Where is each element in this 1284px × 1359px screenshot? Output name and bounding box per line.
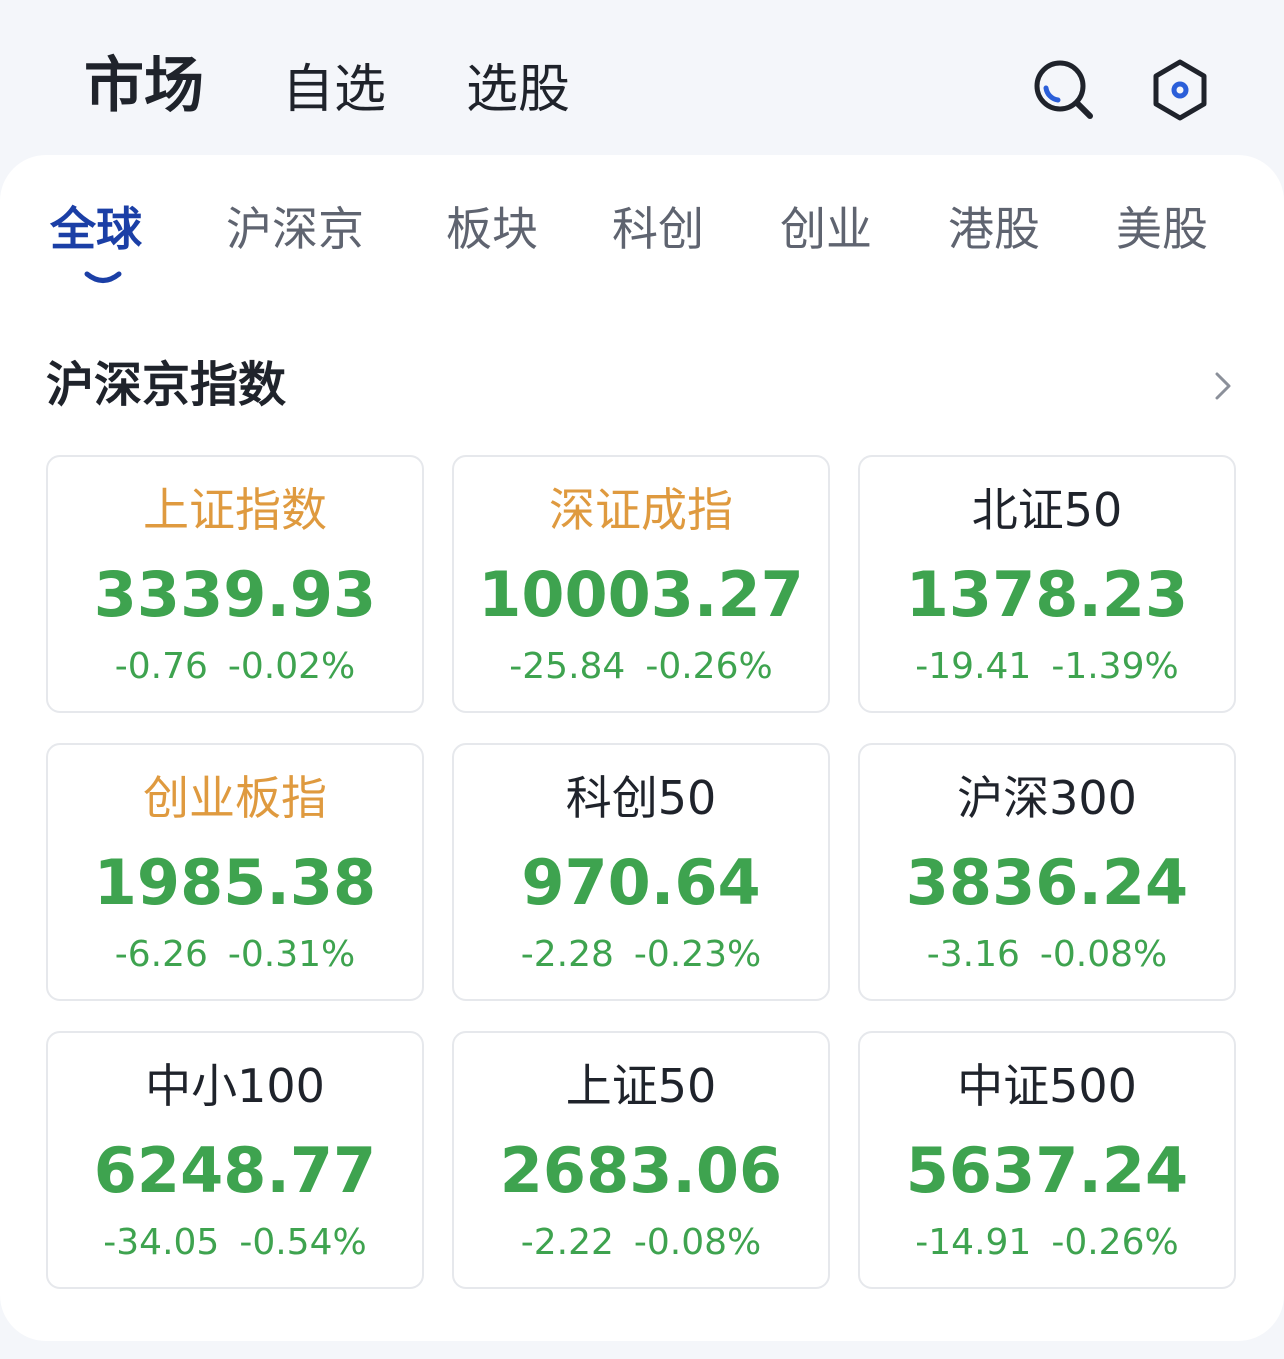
index-card-bse-50[interactable]: 北证50 1378.23 -19.41 -1.39% xyxy=(858,455,1236,713)
index-change: -14.91 -0.26% xyxy=(860,1221,1234,1265)
index-value: 2683.06 xyxy=(499,1134,783,1207)
index-change: -19.41 -1.39% xyxy=(860,645,1234,689)
index-name: 创业板指 xyxy=(143,771,327,825)
change-percent: -0.08% xyxy=(1039,934,1168,975)
change-amount: -3.16 xyxy=(926,934,1020,975)
index-value: 10003.27 xyxy=(478,558,804,631)
index-name: 中证500 xyxy=(957,1059,1137,1113)
settings-icon[interactable] xyxy=(1148,58,1212,122)
index-card-csi-500[interactable]: 中证500 5637.24 -14.91 -0.26% xyxy=(858,1031,1236,1289)
index-name: 沪深300 xyxy=(957,771,1137,825)
tab-hs-jing[interactable]: 沪深京 xyxy=(226,199,364,259)
change-amount: -25.84 xyxy=(509,646,626,687)
change-amount: -6.26 xyxy=(114,934,208,975)
index-value: 5637.24 xyxy=(905,1134,1189,1207)
index-value: 1985.38 xyxy=(93,846,377,919)
index-card-sse-composite[interactable]: 上证指数 3339.93 -0.76 -0.02% xyxy=(46,455,424,713)
index-name: 北证50 xyxy=(971,483,1123,537)
section-title: 沪深京指数 xyxy=(46,357,287,413)
index-value: 1378.23 xyxy=(905,558,1189,631)
index-value: 3339.93 xyxy=(93,558,377,631)
search-icon[interactable] xyxy=(1032,58,1096,122)
index-card-sme-100[interactable]: 中小100 6248.77 -34.05 -0.54% xyxy=(46,1031,424,1289)
index-value: 970.64 xyxy=(521,846,761,919)
index-name: 科创50 xyxy=(565,771,717,825)
tab-us-stocks[interactable]: 美股 xyxy=(1116,199,1208,259)
change-percent: -0.31% xyxy=(227,934,356,975)
change-amount: -19.41 xyxy=(915,646,1032,687)
change-percent: -0.26% xyxy=(1051,1222,1179,1263)
change-percent: -0.08% xyxy=(633,1222,762,1263)
index-card-sse-50[interactable]: 上证50 2683.06 -2.22 -0.08% xyxy=(452,1031,830,1289)
index-change: -6.26 -0.31% xyxy=(48,933,422,977)
change-percent: -0.02% xyxy=(227,646,356,687)
change-amount: -14.91 xyxy=(915,1222,1032,1263)
index-change: -2.28 -0.23% xyxy=(454,933,828,977)
index-card-csi-300[interactable]: 沪深300 3836.24 -3.16 -0.08% xyxy=(858,743,1236,1001)
tab-watchlist[interactable]: 自选 xyxy=(282,58,386,122)
tab-hk-stocks[interactable]: 港股 xyxy=(948,199,1040,259)
tab-stock-screener[interactable]: 选股 xyxy=(466,58,570,122)
index-name: 深证成指 xyxy=(549,483,733,537)
tab-star-market[interactable]: 科创 xyxy=(612,199,704,259)
tab-global[interactable]: 全球 xyxy=(50,199,142,259)
change-percent: -0.23% xyxy=(633,934,762,975)
tab-sectors[interactable]: 板块 xyxy=(446,199,538,259)
index-name: 中小100 xyxy=(145,1059,325,1113)
index-change: -34.05 -0.54% xyxy=(48,1221,422,1265)
index-change: -0.76 -0.02% xyxy=(48,645,422,689)
change-percent: -1.39% xyxy=(1051,646,1179,687)
change-percent: -0.54% xyxy=(239,1222,367,1263)
market-card: 全球 沪深京 板块 科创 创业 港股 美股 沪深京指数 上证指数 3339.93… xyxy=(0,155,1284,1341)
change-amount: -2.22 xyxy=(520,1222,614,1263)
index-name: 上证50 xyxy=(565,1059,717,1113)
tab-chinext[interactable]: 创业 xyxy=(780,199,872,259)
chevron-right-icon[interactable] xyxy=(1208,369,1238,403)
index-change: -2.22 -0.08% xyxy=(454,1221,828,1265)
change-amount: -2.28 xyxy=(520,934,614,975)
index-card-szse-component[interactable]: 深证成指 10003.27 -25.84 -0.26% xyxy=(452,455,830,713)
change-percent: -0.26% xyxy=(645,646,773,687)
index-change: -25.84 -0.26% xyxy=(454,645,828,689)
index-value: 3836.24 xyxy=(905,846,1189,919)
change-amount: -0.76 xyxy=(114,646,208,687)
change-amount: -34.05 xyxy=(103,1222,220,1263)
index-name: 上证指数 xyxy=(143,483,327,537)
index-change: -3.16 -0.08% xyxy=(860,933,1234,977)
index-card-star-50[interactable]: 科创50 970.64 -2.28 -0.23% xyxy=(452,743,830,1001)
index-card-chinext[interactable]: 创业板指 1985.38 -6.26 -0.31% xyxy=(46,743,424,1001)
tab-market[interactable]: 市场 xyxy=(84,54,204,118)
active-tab-indicator xyxy=(84,271,122,287)
index-value: 6248.77 xyxy=(93,1134,377,1207)
top-header: 市场 自选 选股 xyxy=(0,0,1284,155)
